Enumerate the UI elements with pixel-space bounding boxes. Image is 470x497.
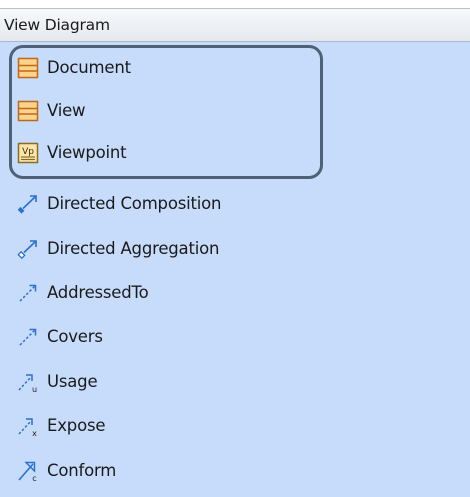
tool-addressedto[interactable]: AddressedTo bbox=[17, 278, 149, 308]
viewpoint-shape-icon: Vp bbox=[17, 142, 39, 164]
expose-icon-text: x bbox=[32, 429, 37, 437]
tool-directed-aggregation[interactable]: Directed Aggregation bbox=[17, 234, 219, 264]
usage-arrow-icon: u bbox=[18, 374, 37, 393]
tool-label: AddressedTo bbox=[47, 283, 149, 302]
conform-arrow-icon: c bbox=[18, 461, 37, 482]
tool-label: Usage bbox=[47, 372, 98, 391]
tool-viewpoint[interactable]: Vp Viewpoint bbox=[17, 138, 127, 168]
directed-aggregation-icon bbox=[17, 240, 37, 260]
tool-label: Expose bbox=[47, 416, 106, 435]
document-shape-icon bbox=[17, 57, 39, 79]
tool-label: Covers bbox=[47, 327, 103, 346]
tool-document[interactable]: Document bbox=[17, 53, 131, 83]
viewpoint-icon-text: Vp bbox=[22, 147, 34, 157]
directed-composition-icon bbox=[17, 195, 37, 214]
tool-usage[interactable]: u Usage bbox=[17, 367, 98, 397]
tool-label: Directed Composition bbox=[47, 194, 222, 213]
tool-conform[interactable]: c Conform bbox=[17, 456, 116, 486]
usage-icon-text: u bbox=[32, 385, 37, 393]
conform-icon-text: c bbox=[32, 474, 36, 482]
tool-view[interactable]: View bbox=[17, 96, 86, 126]
view-diagram-palette: View Diagram Document View Vp Viewpoint bbox=[0, 8, 470, 497]
palette-title: View Diagram bbox=[4, 16, 110, 34]
view-shape-icon bbox=[17, 100, 39, 122]
palette-header[interactable]: View Diagram bbox=[0, 8, 470, 42]
tool-label: View bbox=[47, 101, 86, 120]
tool-directed-composition[interactable]: Directed Composition bbox=[17, 189, 222, 219]
tool-label: Document bbox=[47, 58, 131, 77]
dependency-arrow-icon bbox=[19, 284, 37, 302]
dependency-arrow-icon bbox=[19, 328, 37, 346]
tool-label: Conform bbox=[47, 461, 117, 480]
tool-label: Directed Aggregation bbox=[47, 239, 220, 258]
tool-expose[interactable]: x Expose bbox=[17, 411, 106, 441]
tool-covers[interactable]: Covers bbox=[17, 322, 103, 352]
tool-label: Viewpoint bbox=[47, 143, 127, 162]
expose-arrow-icon: x bbox=[18, 418, 37, 437]
